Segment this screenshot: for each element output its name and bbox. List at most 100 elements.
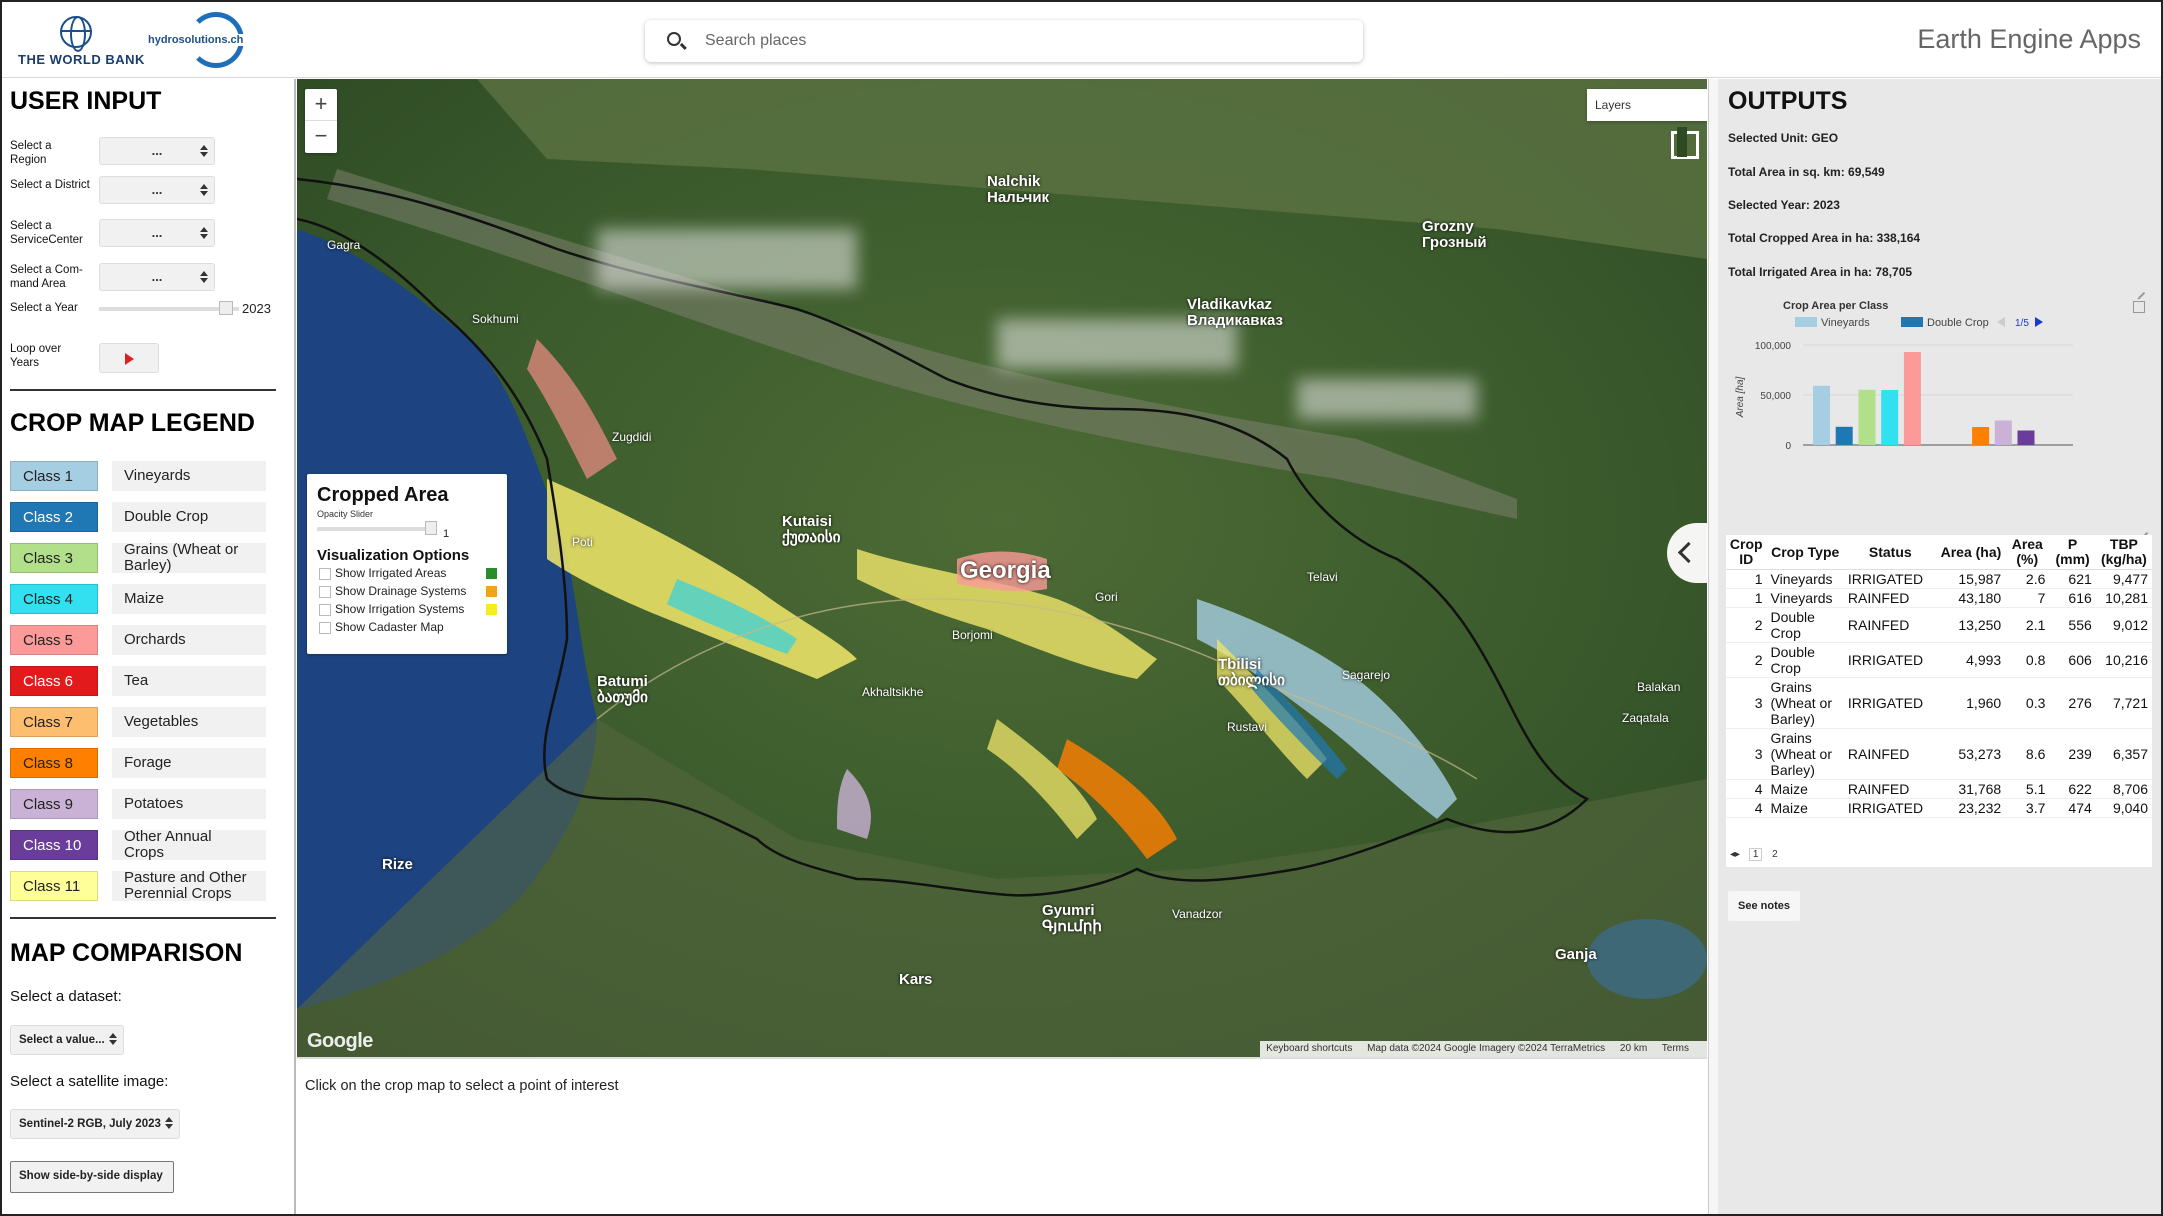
table-row[interactable]: 2 Double Crop IRRIGATED 4,993 0.8 606 10,216 bbox=[1726, 642, 2152, 678]
map-resize-handle[interactable] bbox=[297, 1057, 1707, 1059]
table-header-cell[interactable]: Status bbox=[1843, 535, 1937, 570]
zoom-in-button[interactable]: + bbox=[305, 89, 337, 121]
city-label: Zugdidi bbox=[612, 430, 652, 444]
district-select[interactable]: ... bbox=[99, 176, 215, 204]
table-cell: 622 bbox=[2049, 779, 2096, 799]
table-row[interactable]: 3 Grains (Wheat or Barley) RAINFED 53,273 8.… bbox=[1726, 728, 2152, 780]
irrigated-checkbox[interactable]: Show Irrigated Areas bbox=[317, 564, 497, 582]
crop-table-head: Crop ID Crop Type Status Area (ha) Area (%) P… bbox=[1726, 535, 2152, 570]
legend-class-swatch: Class 4 bbox=[10, 584, 98, 614]
table-cell: 4,993 bbox=[1936, 642, 2006, 678]
opacity-slider[interactable] bbox=[317, 521, 437, 535]
terms-link[interactable]: Terms bbox=[1662, 1043, 1689, 1054]
table-header-cell[interactable]: Crop Type bbox=[1766, 535, 1844, 570]
table-cell: 7,721 bbox=[2095, 677, 2152, 729]
satellite-select[interactable]: Sentinel-2 RGB, July 2023 bbox=[10, 1109, 180, 1139]
see-notes-button[interactable]: See notes bbox=[1728, 891, 1800, 921]
legend-item: Class 11 Pasture and Other Perennial Crop… bbox=[10, 870, 268, 904]
region-select[interactable]: ... bbox=[99, 137, 215, 165]
table-cell: IRRIGATED bbox=[1843, 642, 1937, 678]
search-box[interactable] bbox=[645, 20, 1363, 62]
table-cell: 606 bbox=[2049, 642, 2096, 678]
legend-class-name: Tea bbox=[112, 666, 266, 696]
year-slider-thumb[interactable] bbox=[219, 301, 233, 315]
hydrosolutions-label: hydrosolutions.ch bbox=[146, 34, 246, 46]
year-slider[interactable] bbox=[99, 301, 239, 315]
cropped-area-title: Cropped Area bbox=[317, 484, 449, 506]
service-center-select[interactable]: ... bbox=[99, 219, 215, 247]
table-cell: 2 bbox=[1726, 642, 1767, 678]
table-row[interactable]: 3 Grains (Wheat or Barley) IRRIGATED 1,960 0… bbox=[1726, 677, 2152, 729]
table-cell: 10,281 bbox=[2095, 588, 2152, 608]
panel-splitter[interactable] bbox=[1708, 79, 1718, 1214]
table-cell: 2.1 bbox=[2005, 607, 2050, 643]
app-title[interactable]: Earth Engine Apps bbox=[1917, 24, 2141, 55]
city-label: Borjomi bbox=[952, 628, 993, 642]
table-row[interactable]: 4 Maize IRRIGATED 23,232 3.7 474 9,040 bbox=[1726, 798, 2152, 818]
page-1[interactable]: 1 bbox=[1748, 848, 1763, 861]
dataset-select[interactable]: Select a value... bbox=[10, 1025, 124, 1055]
total-irrigated-area: Total Irrigated Area in ha: 78,705 bbox=[1728, 265, 1913, 279]
city-label: Grozny Грозный bbox=[1422, 218, 1487, 251]
city-label: Sokhumi bbox=[472, 312, 519, 326]
drainage-checkbox[interactable]: Show Drainage Systems bbox=[317, 582, 497, 600]
pager-arrows-icon[interactable]: ◂▸ bbox=[1730, 849, 1740, 860]
legend-item: Class 7 Vegetables bbox=[10, 707, 268, 740]
city-label: Balakan bbox=[1637, 680, 1681, 694]
y-tick-label: 0 bbox=[1785, 441, 1791, 452]
map-data-text: Map data ©2024 Google Imagery ©2024 Terr… bbox=[1367, 1043, 1606, 1054]
search-input[interactable] bbox=[705, 28, 1305, 54]
country-label: Georgia bbox=[960, 557, 1051, 584]
table-header-cell[interactable]: P (mm) bbox=[2049, 535, 2096, 570]
table-row[interactable]: 4 Maize RAINFED 31,768 5.1 622 8,706 bbox=[1726, 779, 2152, 799]
cadaster-label: Show Cadaster Map bbox=[335, 620, 444, 634]
legend-item: Class 2 Double Crop bbox=[10, 502, 268, 535]
legend-class-name: Vegetables bbox=[112, 707, 266, 737]
map-canvas[interactable]: Kutaisi ქუთაისი Tbilisi თბილისი Batumi ბათუ… bbox=[297, 79, 1707, 1057]
table-header-cell[interactable]: Crop ID bbox=[1726, 535, 1767, 570]
legend-class-swatch: Class 11 bbox=[10, 871, 98, 901]
irrigation-checkbox[interactable]: Show Irrigation Systems bbox=[317, 600, 497, 618]
table-cell: Vineyards bbox=[1766, 569, 1844, 589]
legend-class-swatch: Class 7 bbox=[10, 707, 98, 737]
search-icon bbox=[667, 32, 681, 46]
city-label: Kars bbox=[899, 971, 933, 988]
table-header-cell[interactable]: Area (ha) bbox=[1936, 535, 2006, 570]
opacity-slider-thumb[interactable] bbox=[425, 521, 437, 535]
city-label: Batumi ბათუმი bbox=[597, 673, 648, 706]
command-area-select[interactable]: ... bbox=[99, 263, 215, 291]
table-header-cell[interactable]: Area (%) bbox=[2005, 535, 2050, 570]
table-cell: 7 bbox=[2005, 588, 2050, 608]
updown-icon bbox=[200, 271, 208, 283]
keyboard-shortcuts-link[interactable]: Keyboard shortcuts bbox=[1266, 1043, 1352, 1054]
irrigation-label: Show Irrigation Systems bbox=[335, 602, 465, 616]
table-row[interactable]: 1 Vineyards RAINFED 43,180 7 616 10,281 bbox=[1726, 588, 2152, 608]
divider bbox=[10, 389, 276, 391]
page-2[interactable]: 2 bbox=[1769, 849, 1781, 860]
table-cell: 621 bbox=[2049, 569, 2096, 589]
table-row[interactable]: 1 Vineyards IRRIGATED 15,987 2.6 621 9,477 bbox=[1726, 569, 2152, 589]
legend-title: CROP MAP LEGEND bbox=[10, 409, 255, 437]
table-cell: RAINFED bbox=[1843, 779, 1937, 799]
table-cell: 4 bbox=[1726, 779, 1767, 799]
bar-maize bbox=[1881, 390, 1899, 445]
drainage-color-dot bbox=[486, 586, 497, 597]
table-cell: 1 bbox=[1726, 569, 1767, 589]
table-cell: 10,216 bbox=[2095, 642, 2152, 678]
city-label: Nalchik Нальчик bbox=[987, 173, 1050, 206]
table-cell: 3 bbox=[1726, 677, 1767, 729]
y-tick-label: 100,000 bbox=[1755, 341, 1792, 352]
console-message: Click on the crop map to select a point … bbox=[305, 1078, 619, 1094]
side-by-side-button[interactable]: Show side-by-side display bbox=[10, 1161, 174, 1193]
fullscreen-icon[interactable] bbox=[1667, 127, 1699, 159]
legend-class-name: Grains (Wheat or Barley) bbox=[112, 542, 266, 574]
layers-button[interactable]: Layers bbox=[1587, 89, 1707, 121]
cadaster-checkbox[interactable]: Show Cadaster Map bbox=[317, 618, 497, 636]
table-pager: ◂▸ 1 2 bbox=[1726, 848, 2152, 865]
table-header-cell[interactable]: TBP (kg/ha) bbox=[2095, 535, 2152, 570]
table-row[interactable]: 2 Double Crop RAINFED 13,250 2.1 556 9,012 bbox=[1726, 607, 2152, 643]
table-cell: Double Crop bbox=[1766, 642, 1844, 678]
table-cell: 239 bbox=[2049, 728, 2096, 780]
play-button[interactable] bbox=[99, 343, 159, 373]
zoom-out-button[interactable]: − bbox=[305, 121, 337, 153]
